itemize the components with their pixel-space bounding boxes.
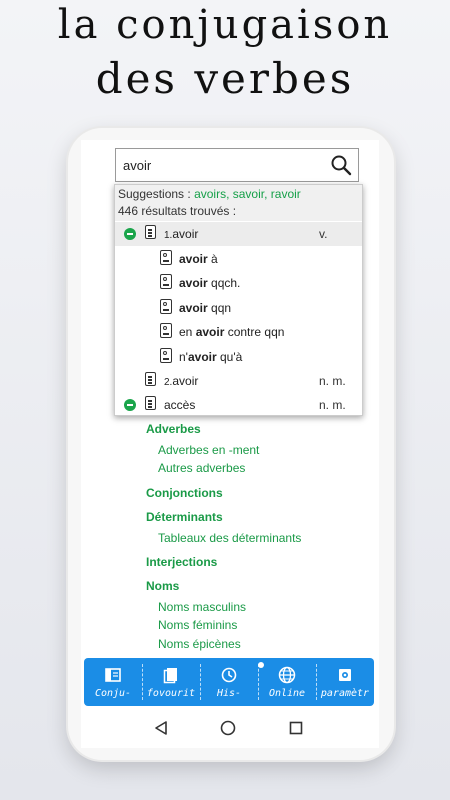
list-item[interactable]: Tableaux des déterminants	[158, 531, 301, 545]
result-row[interactable]: avoir qqch.	[115, 271, 362, 295]
list-item[interactable]: Autres adverbes	[158, 461, 245, 475]
nav-label: Online	[268, 688, 306, 699]
nav-label: fovourit	[146, 688, 196, 699]
result-row[interactable]: en avoir contre qqn	[115, 320, 362, 344]
results-count: 446 résultats trouvés :	[118, 204, 237, 218]
result-row[interactable]: n'avoir qu'à	[115, 345, 362, 369]
list-item[interactable]: Noms épicènes	[158, 637, 241, 651]
list-item[interactable]: Noms masculins	[158, 600, 246, 614]
recents-icon[interactable]	[288, 720, 304, 736]
grammar-tag: n. m.	[319, 398, 346, 412]
result-row[interactable]: accès n. m.	[115, 393, 362, 417]
search-value: avoir	[123, 158, 152, 173]
system-nav-bar	[81, 710, 379, 748]
back-icon[interactable]	[153, 720, 169, 736]
category-noms[interactable]: Noms	[146, 579, 179, 593]
app-screen: avoir Adverbes Adverbes en -ment Autres …	[81, 140, 379, 710]
suggestion-link[interactable]: avoirs,	[194, 187, 229, 201]
nav-conjugation[interactable]: Conju-	[84, 658, 142, 706]
result-text: avoir à	[179, 252, 218, 266]
result-row[interactable]: avoir à	[115, 247, 362, 271]
search-icon[interactable]	[330, 154, 352, 176]
suggestion-link[interactable]: savoir,	[233, 187, 268, 201]
category-conjonctions[interactable]: Conjonctions	[146, 486, 223, 500]
phrase-icon	[160, 348, 172, 363]
nav-settings[interactable]: paramètr	[316, 658, 374, 706]
suggestion-dropdown: Suggestions : avoirs, savoir, ravoir 446…	[114, 184, 363, 416]
notification-dot	[258, 662, 264, 668]
nav-label: Conju-	[94, 688, 132, 699]
grammar-tag: v.	[319, 227, 328, 241]
collapse-icon[interactable]	[124, 228, 136, 240]
book-icon	[105, 668, 121, 682]
document-icon	[145, 372, 156, 386]
suggestions-label: Suggestions :	[118, 187, 191, 201]
gear-icon	[339, 669, 351, 681]
globe-icon	[278, 666, 296, 684]
result-text: 1.avoir	[164, 227, 199, 241]
phrase-icon	[160, 323, 172, 338]
result-text: accès	[164, 398, 196, 412]
result-text: avoir qqn	[179, 301, 232, 315]
bottom-navigation: Conju- fovourit His- Online paramètr	[84, 658, 374, 706]
document-icon	[145, 225, 156, 239]
category-adverbes[interactable]: Adverbes	[146, 422, 201, 436]
headline-line-1: la conjugaison	[57, 2, 393, 48]
category-determinants[interactable]: Déterminants	[146, 510, 223, 524]
phrase-icon	[160, 274, 172, 289]
history-icon	[221, 667, 237, 683]
document-icon	[145, 396, 156, 410]
suggestion-link[interactable]: ravoir	[271, 187, 301, 201]
suggestion-bar: Suggestions : avoirs, savoir, ravoir 446…	[115, 185, 362, 221]
phrase-icon	[160, 250, 172, 265]
phrase-icon	[160, 299, 172, 314]
result-text: n'avoir qu'à	[179, 350, 243, 364]
result-text: 2.avoir	[164, 374, 199, 388]
nav-online[interactable]: Online	[258, 658, 316, 706]
result-row[interactable]: 1.avoir v.	[115, 222, 362, 246]
collapse-icon[interactable]	[124, 399, 136, 411]
suggestions-line: Suggestions : avoirs, savoir, ravoir	[118, 187, 301, 201]
category-interjections[interactable]: Interjections	[146, 555, 217, 569]
search-input[interactable]: avoir	[115, 148, 359, 182]
bookmark-stack-icon	[163, 668, 177, 684]
home-icon[interactable]	[220, 720, 236, 736]
nav-history[interactable]: His-	[200, 658, 258, 706]
nav-favourites[interactable]: fovourit	[142, 658, 200, 706]
list-item[interactable]: Adverbes en -ment	[158, 443, 259, 457]
nav-label: paramètr	[320, 688, 370, 699]
grammar-tag: n. m.	[319, 374, 346, 388]
list-item[interactable]: Noms féminins	[158, 618, 237, 632]
result-text: avoir qqch.	[179, 276, 241, 290]
result-text: en avoir contre qqn	[179, 325, 285, 339]
nav-label: His-	[216, 688, 242, 699]
result-row[interactable]: 2.avoir n. m.	[115, 369, 362, 393]
result-row[interactable]: avoir qqn	[115, 296, 362, 320]
headline-line-2: des verbes	[95, 54, 355, 103]
